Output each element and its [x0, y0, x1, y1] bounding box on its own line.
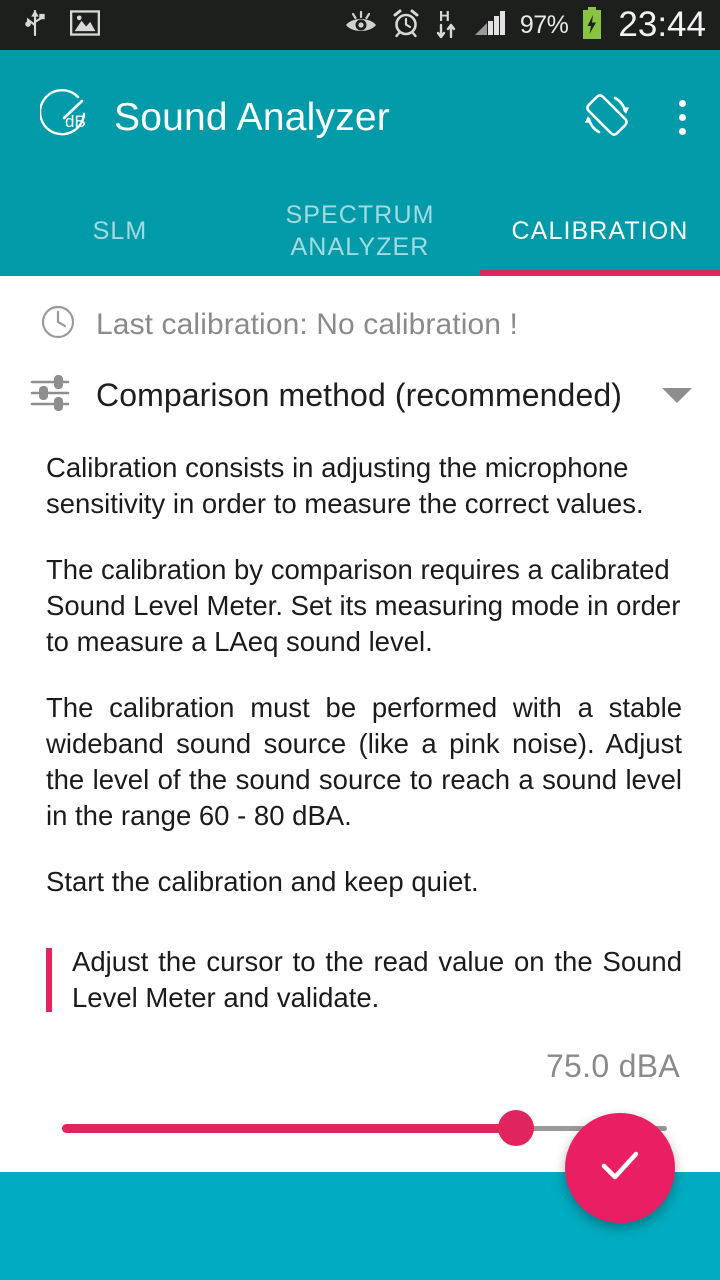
tune-sliders-icon — [26, 369, 74, 422]
instruction-paragraph: Calibration consists in adjusting the mi… — [46, 452, 644, 519]
highlighted-instruction: Adjust the cursor to the read value on t… — [46, 944, 682, 1016]
image-icon — [70, 9, 100, 42]
check-icon — [591, 1137, 649, 1200]
slider-fill — [62, 1124, 516, 1133]
validate-fab-button[interactable] — [565, 1113, 675, 1223]
overflow-dot — [679, 100, 686, 107]
status-bar-left-icons — [22, 8, 100, 43]
overflow-dot — [679, 114, 686, 121]
overflow-dot — [679, 128, 686, 135]
calibration-method-value: Comparison method (recommended) — [96, 377, 622, 413]
svg-text:dB: dB — [65, 112, 86, 131]
slider-thumb[interactable] — [498, 1110, 534, 1146]
sound-analyzer-db-gauge-icon: dB — [38, 88, 94, 147]
last-calibration-row: Last calibration: No calibration ! — [0, 276, 720, 347]
alarm-icon — [391, 8, 421, 43]
eye-icon — [344, 10, 378, 41]
svg-text:H: H — [439, 8, 450, 25]
chevron-down-icon[interactable] — [662, 388, 692, 403]
last-calibration-label: Last calibration: No calibration ! — [96, 307, 518, 341]
app-screen: H 97% 23:44 dB Sound Analyzer SLM SPECTR… — [0, 0, 720, 1280]
app-bar-actions — [579, 87, 696, 148]
status-bar-right-icons: H 97% 23:44 — [344, 5, 706, 45]
clock-icon — [38, 302, 78, 347]
hspa-data-icon: H — [434, 6, 460, 45]
highlighted-instruction-text: Adjust the cursor to the read value on t… — [72, 946, 682, 1013]
app-title: Sound Analyzer — [114, 95, 390, 139]
tab-bar: SLM SPECTRUM ANALYZER CALIBRATION — [0, 185, 720, 276]
calibration-method-selector[interactable]: Comparison method (recommended) — [0, 347, 720, 422]
battery-percent-label: 97% — [519, 10, 569, 39]
usb-icon — [22, 8, 48, 43]
status-bar-clock: 23:44 — [618, 5, 706, 44]
tab-spectrum-analyzer[interactable]: SPECTRUM ANALYZER — [240, 185, 480, 276]
instruction-paragraph: Start the calibration and keep quiet. — [46, 866, 479, 897]
status-bar: H 97% 23:44 — [0, 0, 720, 50]
battery-charging-icon — [581, 6, 603, 45]
screen-rotation-icon[interactable] — [579, 87, 635, 148]
instruction-paragraph: The calibration must be performed with a… — [46, 692, 682, 831]
slider-value-label: 75.0 dBA — [545, 1048, 680, 1084]
calibration-instructions: Calibration consists in adjusting the mi… — [0, 450, 720, 1016]
tab-slm[interactable]: SLM — [0, 185, 240, 276]
app-bar: dB Sound Analyzer — [0, 50, 720, 185]
signal-icon — [473, 9, 507, 42]
tab-calibration[interactable]: CALIBRATION — [480, 185, 720, 276]
app-brand: dB Sound Analyzer — [38, 88, 390, 147]
instruction-paragraph: The calibration by comparison requires a… — [46, 554, 681, 657]
overflow-menu-icon[interactable] — [669, 94, 696, 141]
